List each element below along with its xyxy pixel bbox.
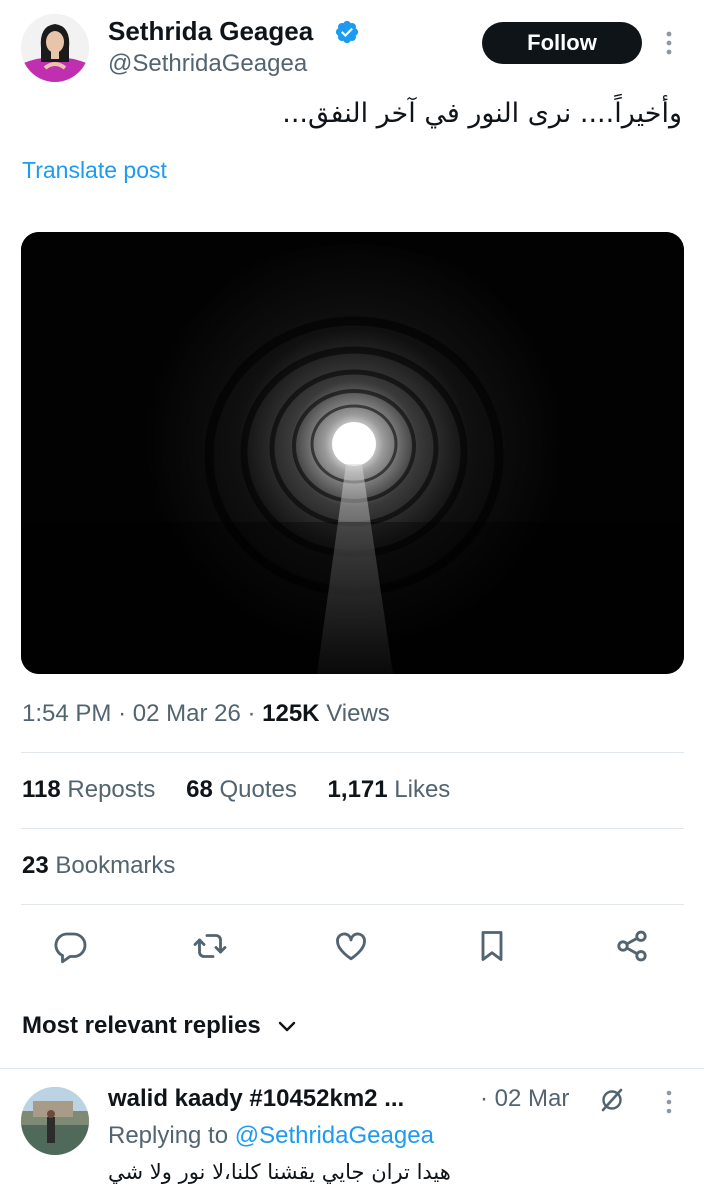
views-count: 125K [262, 700, 320, 727]
bookmarks-label: Bookmarks [55, 852, 176, 879]
reposts-label: Reposts [67, 776, 156, 803]
divider [21, 828, 684, 829]
reply-more-options-icon[interactable] [660, 1088, 678, 1116]
follow-button[interactable]: Follow [482, 22, 642, 64]
replies-header-label: Most relevant replies [22, 1012, 261, 1039]
likes-count: 1,171 [327, 776, 388, 803]
post-meta: 1:54 PM · 02 Mar 26 · 125K Views [22, 700, 390, 728]
reply-text: هيدا تران جايي يقشنا كلنا،لا نور ولا شي [108, 1160, 678, 1184]
meta-separator: · [118, 700, 127, 727]
reply-author-name[interactable]: walid kaady #10452km2 ... [108, 1085, 404, 1113]
post-time[interactable]: 1:54 PM [22, 700, 111, 727]
tweet-detail-page: Sethrida Geagea @SethridaGeagea Follow و… [0, 0, 704, 1200]
reply-icon[interactable] [52, 928, 88, 964]
grok-icon[interactable] [598, 1086, 626, 1114]
quotes-count: 68 [186, 776, 213, 803]
bookmark-icon[interactable] [474, 928, 510, 964]
engagement-stats: 118 Reposts 68 Quotes 1,171 Likes [22, 776, 474, 804]
share-icon[interactable] [614, 928, 650, 964]
replying-to: Replying to @SethridaGeagea [108, 1122, 434, 1150]
divider [21, 752, 684, 753]
divider [0, 1068, 704, 1069]
tunnel-photo-icon [21, 232, 684, 674]
quotes-stat[interactable]: 68 Quotes [186, 776, 303, 803]
meta-separator: · [247, 700, 256, 727]
chevron-down-icon [279, 1021, 296, 1031]
quotes-label: Quotes [219, 776, 297, 803]
bookmarks-count: 23 [22, 852, 49, 879]
reposts-stat[interactable]: 118 Reposts [22, 776, 162, 803]
author-handle[interactable]: @SethridaGeagea [108, 50, 307, 78]
reply-date[interactable]: · 02 Mar [480, 1085, 569, 1113]
likes-stat[interactable]: 1,171 Likes [328, 776, 451, 803]
like-icon[interactable] [333, 928, 369, 964]
translate-post-link[interactable]: Translate post [22, 157, 167, 184]
reply-avatar[interactable] [21, 1087, 89, 1155]
replying-prefix: Replying to [108, 1122, 229, 1149]
more-options-icon[interactable] [660, 28, 678, 58]
replying-handle[interactable]: @SethridaGeagea [235, 1122, 434, 1149]
post-image[interactable] [21, 232, 684, 674]
post-text: وأخيراً.... نرى النور في آخر النفق... [282, 98, 682, 129]
reposts-count: 118 [22, 776, 61, 803]
likes-label: Likes [394, 776, 451, 803]
verified-badge-icon [335, 20, 359, 44]
post-date[interactable]: 02 Mar 26 [133, 700, 241, 727]
author-name[interactable]: Sethrida Geagea [108, 16, 313, 47]
views-label: Views [326, 700, 390, 727]
reply-text-content: هيدا تران جايي يقشنا كلنا،لا نور ولا شي [108, 1160, 451, 1184]
bookmarks-stat[interactable]: 23 Bookmarks [22, 852, 175, 880]
repost-icon[interactable] [192, 928, 228, 964]
replies-sort-dropdown[interactable]: Most relevant replies [22, 1012, 297, 1040]
author-avatar[interactable] [21, 14, 89, 82]
divider [21, 904, 684, 905]
